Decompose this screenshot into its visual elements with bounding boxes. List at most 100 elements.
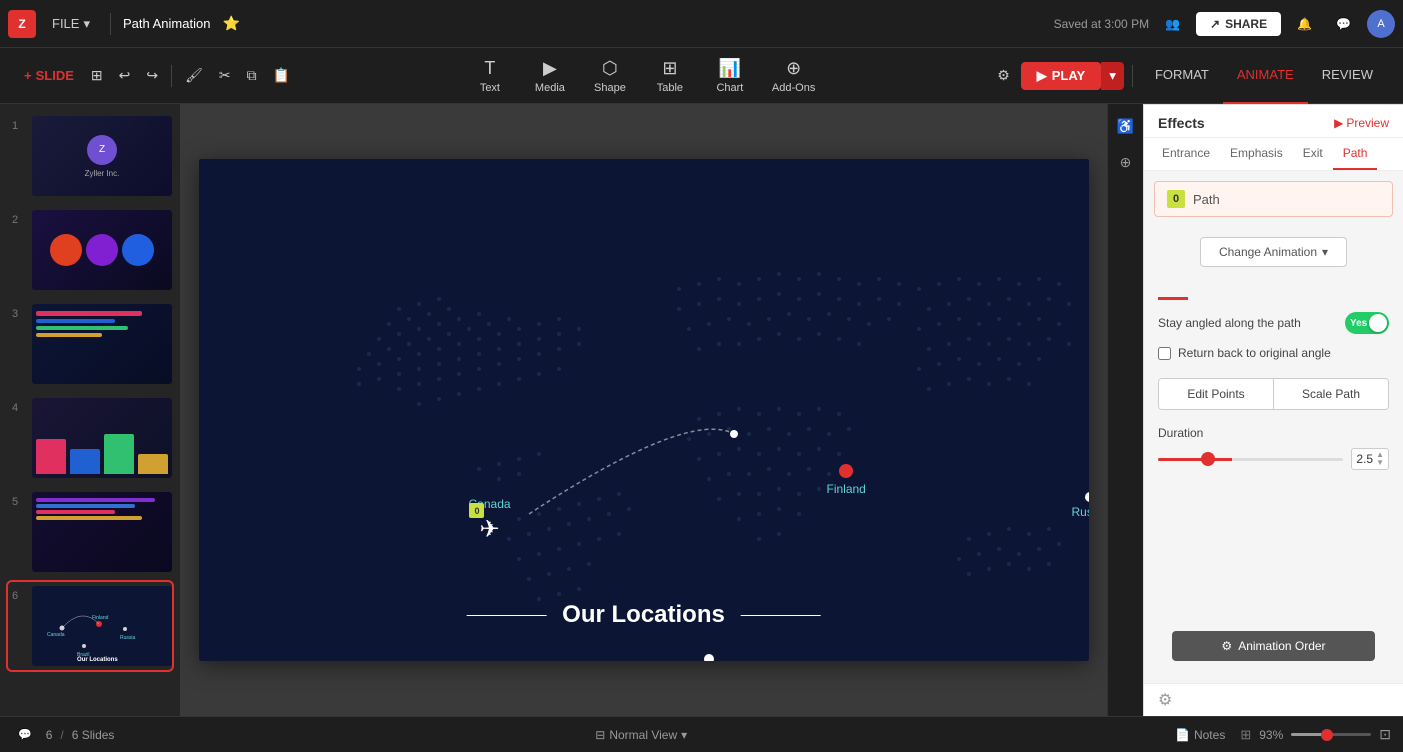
collaborators-button[interactable]: 👥 bbox=[1157, 13, 1188, 35]
change-animation-button[interactable]: Change Animation ▾ bbox=[1200, 237, 1347, 267]
paste-button[interactable]: 📋 bbox=[266, 62, 297, 89]
zoom-slider[interactable] bbox=[1291, 733, 1371, 736]
path-label: Path bbox=[1193, 192, 1220, 207]
app-logo: Z bbox=[8, 10, 36, 38]
svg-text:Our Locations: Our Locations bbox=[77, 657, 118, 663]
duration-down-button[interactable]: ▼ bbox=[1376, 459, 1384, 467]
table-tool[interactable]: ⊞ Table bbox=[640, 52, 700, 100]
slide-thumb-2 bbox=[32, 210, 172, 290]
bottom-left: 💬 6 / 6 Slides bbox=[12, 725, 114, 744]
table-icon-bottom[interactable]: ⊞ bbox=[1240, 727, 1251, 743]
svg-text:Russia: Russia bbox=[120, 635, 136, 641]
slide-item-2[interactable]: 2 bbox=[8, 206, 172, 294]
return-angle-row: Return back to original angle bbox=[1144, 342, 1403, 370]
view-tabs: FORMAT ANIMATE REVIEW bbox=[1141, 48, 1387, 104]
play-button[interactable]: ▶ PLAY bbox=[1021, 62, 1101, 90]
slide-num-3: 3 bbox=[12, 308, 26, 320]
users-icon: 👥 bbox=[1165, 17, 1180, 31]
redo-button[interactable]: ↪ bbox=[139, 62, 165, 89]
shape-tool[interactable]: ⬡ Shape bbox=[580, 52, 640, 100]
anim-tab-entrance[interactable]: Entrance bbox=[1152, 138, 1220, 170]
anim-tab-exit[interactable]: Exit bbox=[1293, 138, 1333, 170]
finland-label: Finland bbox=[827, 482, 866, 496]
share-button[interactable]: ↗ SHARE bbox=[1196, 12, 1281, 36]
zoom-panel-button[interactable]: ⊕ bbox=[1112, 148, 1140, 176]
zoom-fit-button[interactable]: ⊡ bbox=[1379, 726, 1391, 743]
slide-separator: / bbox=[60, 728, 63, 742]
chart-icon: 📊 bbox=[719, 58, 741, 79]
slide-item-3[interactable]: 3 bbox=[8, 300, 172, 388]
bottom-right: 📄 Notes ⊞ 93% ⊡ bbox=[1168, 725, 1391, 745]
view-mode-icon: ⊟ bbox=[595, 728, 605, 742]
saved-status: Saved at 3:00 PM bbox=[1054, 17, 1149, 31]
russia-label: Russia bbox=[1072, 505, 1089, 519]
accessibility-button[interactable]: ♿ bbox=[1112, 112, 1140, 140]
anim-tab-path[interactable]: Path bbox=[1333, 138, 1378, 170]
preview-button[interactable]: ▶ Preview bbox=[1334, 116, 1389, 130]
edit-scale-buttons: Edit Points Scale Path bbox=[1158, 378, 1389, 410]
slide-num-1: 1 bbox=[12, 120, 26, 132]
chart-tool[interactable]: 📊 Chart bbox=[700, 52, 760, 100]
slide-item-1[interactable]: 1 Z Zyller Inc. bbox=[8, 112, 172, 200]
duration-section: Duration 2.5 ▲ ▼ bbox=[1144, 418, 1403, 478]
view-mode-button[interactable]: ⊟ Normal View ▾ bbox=[588, 725, 694, 745]
topbar-sep1 bbox=[110, 13, 111, 35]
return-angle-checkbox[interactable] bbox=[1158, 347, 1171, 360]
stay-angled-toggle[interactable]: Yes bbox=[1345, 312, 1389, 334]
animation-order-button[interactable]: ⚙ Animation Order bbox=[1172, 631, 1375, 661]
slide-thumb-5 bbox=[32, 492, 172, 572]
tab-review[interactable]: REVIEW bbox=[1308, 48, 1387, 104]
play-dropdown-button[interactable]: ▾ bbox=[1101, 62, 1124, 90]
play-icon: ▶ bbox=[1037, 68, 1047, 84]
settings-button[interactable]: ⚙ bbox=[990, 62, 1017, 89]
change-animation-container: Change Animation ▾ bbox=[1144, 227, 1403, 277]
add-slide-label: SLIDE bbox=[36, 68, 74, 83]
text-tool[interactable]: T Text bbox=[460, 52, 520, 100]
cut-button[interactable]: ✂ bbox=[212, 62, 238, 89]
chat-button[interactable]: 💬 bbox=[12, 725, 38, 744]
media-icon: ▶ bbox=[543, 58, 557, 79]
addons-icon: ⊕ bbox=[786, 58, 801, 79]
bottom-bar: 💬 6 / 6 Slides ⊟ Normal View ▾ 📄 Notes ⊞… bbox=[0, 716, 1403, 752]
anim-tab-emphasis[interactable]: Emphasis bbox=[1220, 138, 1293, 170]
dropdown-arrow-icon: ▾ bbox=[1322, 245, 1328, 259]
duration-slider[interactable] bbox=[1158, 458, 1343, 461]
avatar[interactable]: A bbox=[1367, 10, 1395, 38]
add-slide-button[interactable]: + SLIDE bbox=[16, 63, 82, 88]
slide-item-4[interactable]: 4 bbox=[8, 394, 172, 482]
slides-panel: 1 Z Zyller Inc. 2 3 bbox=[0, 104, 180, 716]
duration-row: 2.5 ▲ ▼ bbox=[1158, 448, 1389, 470]
insert-tools: T Text ▶ Media ⬡ Shape ⊞ Table 📊 Chart ⊕… bbox=[460, 52, 827, 100]
scale-path-button[interactable]: Scale Path bbox=[1274, 379, 1388, 409]
file-menu[interactable]: FILE ▾ bbox=[44, 12, 98, 36]
panel-spacer bbox=[1144, 478, 1403, 611]
format-painter-button[interactable]: 🖌 bbox=[178, 62, 210, 89]
location-canada: Canada 0 ✈ bbox=[469, 497, 511, 544]
messages-button[interactable]: 💬 bbox=[1328, 13, 1359, 35]
slide-canvas[interactable]: Canada 0 ✈ Finland Russia bbox=[199, 159, 1089, 661]
brazil-dot bbox=[704, 654, 714, 661]
duration-label: Duration bbox=[1158, 426, 1389, 440]
slide-item-6[interactable]: 6 Canada Finland Russia Brazil Our Locat… bbox=[8, 582, 172, 670]
media-tool[interactable]: ▶ Media bbox=[520, 52, 580, 100]
bookmark-icon[interactable]: ⭐ bbox=[222, 15, 239, 32]
panel-settings-icon[interactable]: ⚙ bbox=[1158, 690, 1172, 710]
notifications-button[interactable]: 🔔 bbox=[1289, 13, 1320, 35]
path-animation-item[interactable]: 0 Path bbox=[1154, 181, 1393, 217]
file-label: FILE bbox=[52, 16, 79, 31]
undo-button[interactable]: ↩ bbox=[112, 62, 138, 89]
share-icon: ↗ bbox=[1210, 17, 1220, 31]
toggle-yes-label: Yes bbox=[1350, 318, 1367, 329]
tab-format[interactable]: FORMAT bbox=[1141, 48, 1223, 104]
notes-button[interactable]: 📄 Notes bbox=[1168, 725, 1232, 745]
slide-total: 6 Slides bbox=[72, 728, 115, 742]
bottom-center: ⊟ Normal View ▾ bbox=[126, 725, 1156, 745]
copy-button[interactable]: ⧉ bbox=[240, 62, 264, 89]
grid-view-button[interactable]: ⊞ bbox=[84, 62, 110, 89]
tab-animate[interactable]: ANIMATE bbox=[1223, 48, 1308, 104]
svg-text:Canada: Canada bbox=[47, 632, 65, 638]
edit-points-button[interactable]: Edit Points bbox=[1159, 379, 1274, 409]
slide-item-5[interactable]: 5 bbox=[8, 488, 172, 576]
presentation-title[interactable]: Path Animation bbox=[123, 16, 210, 31]
addons-tool[interactable]: ⊕ Add-Ons bbox=[760, 52, 827, 100]
